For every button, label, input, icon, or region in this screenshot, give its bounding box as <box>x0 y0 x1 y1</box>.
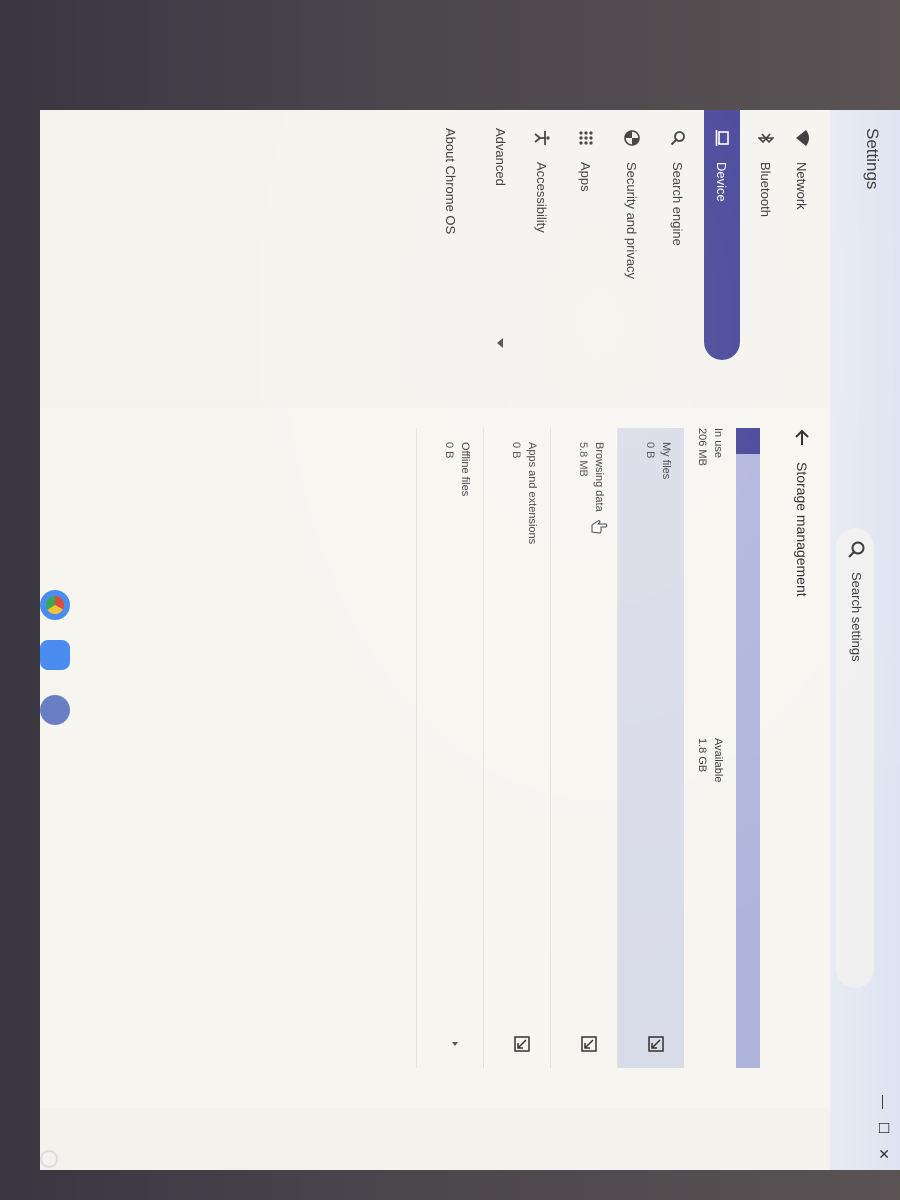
search-icon <box>668 128 688 148</box>
storage-list: My files 0 B Browsing data 5.8 MB Apps a… <box>416 428 684 1068</box>
sidebar-item-label: Accessibility <box>534 162 550 233</box>
apps-grid-icon <box>576 128 596 148</box>
sidebar-item-bluetooth[interactable]: Bluetooth <box>748 110 784 360</box>
storage-usage-bar <box>736 428 760 1068</box>
search-placeholder: Search settings <box>849 572 864 662</box>
open-external-icon[interactable] <box>648 1036 664 1052</box>
page-title: Storage management <box>794 462 810 597</box>
storage-row-my-files[interactable]: My files 0 B <box>617 428 684 1068</box>
sidebar-item-label: Search engine <box>670 162 686 246</box>
storage-row-apps-extensions[interactable]: Apps and extensions 0 B <box>483 428 550 1068</box>
hand-cursor-icon <box>591 520 608 534</box>
accessibility-icon <box>532 128 552 148</box>
main-content: Storage management In use 206 MB Availab… <box>40 408 830 1108</box>
files-app-icon[interactable] <box>40 640 70 670</box>
page-header: Storage management <box>792 428 812 597</box>
sidebar-item-label: Network <box>794 162 810 210</box>
row-label: Offline files <box>459 442 471 497</box>
device-bezel: Settings Search settings — ☐ ✕ Network B… <box>0 0 900 1200</box>
row-value: 0 B <box>443 442 455 459</box>
in-use-value: 206 MB <box>696 428 708 466</box>
chevron-down-icon <box>497 338 504 348</box>
sidebar-item-network[interactable]: Network <box>784 110 820 360</box>
sidebar-item-label: Device <box>714 162 730 202</box>
window-title: Settings <box>863 128 882 190</box>
laptop-icon <box>712 128 732 148</box>
available-value: 1.8 GB <box>696 738 708 773</box>
row-value: 0 B <box>644 442 656 459</box>
advanced-label: Advanced <box>493 128 508 186</box>
shelf <box>0 590 900 1200</box>
sidebar-item-security[interactable]: Security and privacy <box>614 110 650 360</box>
launcher-icon[interactable] <box>40 1150 58 1168</box>
sidebar-item-accessibility[interactable]: Accessibility <box>524 110 560 360</box>
sidebar-item-label: Security and privacy <box>624 162 640 280</box>
bluetooth-icon <box>756 128 776 148</box>
row-value: 0 B <box>510 442 522 459</box>
title-bar: Settings Search settings — ☐ ✕ <box>830 110 900 1170</box>
available-stat: Available 1.8 GB <box>694 738 726 782</box>
sidebar: Network Bluetooth Device Search engine S… <box>40 110 830 400</box>
chevron-right-icon[interactable] <box>447 1036 463 1052</box>
search-icon <box>848 541 865 558</box>
sidebar-item-apps[interactable]: Apps <box>568 110 604 360</box>
row-value: 5.8 MB <box>577 442 589 477</box>
in-use-stat: In use 206 MB <box>694 428 726 466</box>
chrome-icon[interactable] <box>40 590 70 620</box>
storage-row-offline-files[interactable]: Offline files 0 B <box>416 428 483 1068</box>
settings-gear-icon[interactable] <box>40 695 70 725</box>
open-external-icon[interactable] <box>514 1036 530 1052</box>
sidebar-item-search-engine[interactable]: Search engine <box>660 110 696 360</box>
sidebar-item-label: Apps <box>578 162 594 192</box>
back-arrow-icon[interactable] <box>792 428 812 448</box>
row-label: Browsing data <box>593 442 605 512</box>
open-external-icon[interactable] <box>581 1036 597 1052</box>
in-use-label: In use <box>712 428 724 458</box>
sidebar-item-device[interactable]: Device <box>704 110 740 360</box>
search-input[interactable]: Search settings <box>836 528 874 988</box>
sidebar-item-about[interactable]: About Chrome OS <box>443 128 458 234</box>
screen: Settings Search settings — ☐ ✕ Network B… <box>40 110 900 1170</box>
sidebar-item-label: Bluetooth <box>758 162 774 217</box>
wifi-icon <box>792 128 812 148</box>
row-label: My files <box>660 442 672 480</box>
sidebar-advanced-toggle[interactable]: Advanced <box>493 128 508 348</box>
row-label: Apps and extensions <box>526 442 538 545</box>
storage-usage-fill <box>736 428 760 454</box>
shield-icon <box>622 128 642 148</box>
settings-window: Settings Search settings — ☐ ✕ Network B… <box>40 110 900 1170</box>
available-label: Available <box>712 738 724 783</box>
